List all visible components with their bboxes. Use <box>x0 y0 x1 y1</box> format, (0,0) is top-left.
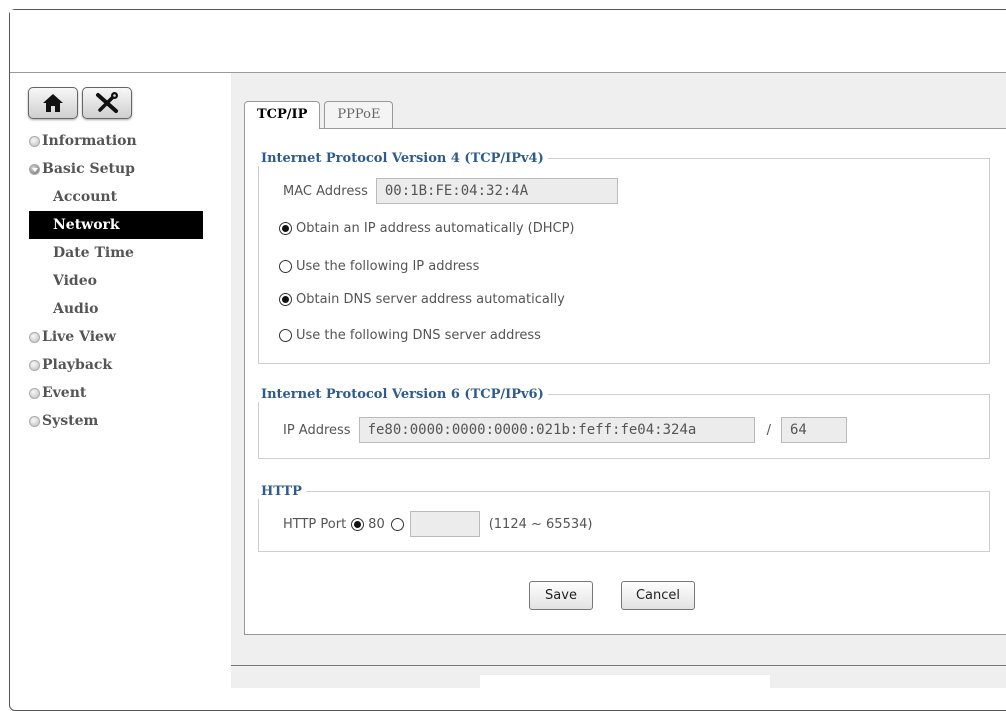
mac-row: MAC Address 00:1B:FE:04:32:4A <box>283 178 618 204</box>
tools-icon <box>96 92 118 113</box>
bullet-icon <box>29 331 40 343</box>
http-legend: HTTP <box>261 484 302 499</box>
menu-item-label: Event <box>42 385 87 401</box>
menu-item-label: Playback <box>42 357 113 373</box>
home-icon <box>43 94 63 112</box>
mac-address-field: 00:1B:FE:04:32:4A <box>375 178 618 204</box>
bullet-icon <box>29 359 40 371</box>
cancel-button[interactable]: Cancel <box>621 581 695 610</box>
ipv6-label: IP Address <box>283 422 351 438</box>
footer-divider <box>231 665 1006 666</box>
sidebar: Information Basic Setup Account Network … <box>10 73 232 688</box>
menu-item-live-view[interactable]: Live View <box>29 323 203 351</box>
static-ip-option[interactable]: Use the following IP address <box>279 259 479 274</box>
bullet-icon <box>29 415 40 427</box>
custom-port-input[interactable] <box>409 511 480 537</box>
home-button[interactable] <box>28 87 78 119</box>
setup-button[interactable] <box>82 87 132 119</box>
menu-item-basic-setup[interactable]: Basic Setup <box>29 155 203 183</box>
submenu-item-network[interactable]: Network <box>29 211 203 239</box>
menu-item-system[interactable]: System <box>29 407 203 435</box>
tab-bar: TCP/IP PPPoE <box>244 101 397 129</box>
dns-static-option[interactable]: Use the following DNS server address <box>279 328 541 343</box>
static-ip-radio[interactable] <box>279 260 292 273</box>
tab-pppoe[interactable]: PPPoE <box>324 101 394 128</box>
menu-item-event[interactable]: Event <box>29 379 203 407</box>
default-port-radio[interactable] <box>351 517 365 531</box>
custom-port-radio[interactable] <box>390 517 404 531</box>
save-button[interactable]: Save <box>529 581 593 610</box>
dns-auto-label: Obtain DNS server address automatically <box>296 292 565 307</box>
submenu-item-audio[interactable]: Audio <box>29 295 203 323</box>
ipv4-legend: Internet Protocol Version 4 (TCP/IPv4) <box>261 151 544 166</box>
menu-item-information[interactable]: Information <box>29 127 203 155</box>
menu-item-label: System <box>42 413 99 429</box>
prefix-separator: / <box>766 422 771 438</box>
ipv6-prefix-field: 64 <box>780 417 847 443</box>
menu-item-playback[interactable]: Playback <box>29 351 203 379</box>
dns-auto-option[interactable]: Obtain DNS server address automatically <box>279 292 565 307</box>
tab-panel: Internet Protocol Version 4 (TCP/IPv4) M… <box>244 128 1006 635</box>
menu-item-label: Information <box>42 133 137 149</box>
dns-static-radio[interactable] <box>279 329 292 342</box>
dhcp-radio[interactable] <box>279 222 292 235</box>
menu-item-label: Live View <box>42 329 116 345</box>
main-content: TCP/IP PPPoE Internet Protocol Version 4… <box>231 73 1006 688</box>
ipv6-row: IP Address fe80:0000:0000:0000:021b:feff… <box>283 417 847 443</box>
submenu-item-video[interactable]: Video <box>29 267 203 295</box>
bullet-icon <box>29 387 40 399</box>
static-ip-label: Use the following IP address <box>296 259 480 274</box>
bullet-icon <box>29 135 40 147</box>
submenu-item-account[interactable]: Account <box>29 183 203 211</box>
footer-area <box>480 675 770 688</box>
ipv6-address-field: fe80:0000:0000:0000:021b:feff:fe04:324a <box>358 417 755 443</box>
port-range-hint: (1124 ~ 65534) <box>488 516 593 532</box>
dhcp-label: Obtain an IP address automatically (DHCP… <box>296 221 575 236</box>
dns-auto-radio[interactable] <box>279 293 292 306</box>
ipv6-legend: Internet Protocol Version 6 (TCP/IPv6) <box>261 387 544 402</box>
default-port-label: 80 <box>368 516 385 532</box>
http-port-row: HTTP Port 80 (1124 ~ 65534) <box>283 511 592 537</box>
sidebar-menu: Information Basic Setup Account Network … <box>29 127 203 435</box>
menu-item-label: Basic Setup <box>42 161 135 177</box>
header-bar <box>10 10 1006 72</box>
mac-label: MAC Address <box>283 183 368 199</box>
dhcp-option[interactable]: Obtain an IP address automatically (DHCP… <box>279 221 574 236</box>
tab-tcpip[interactable]: TCP/IP <box>244 101 321 129</box>
submenu-item-date-time[interactable]: Date Time <box>29 239 203 267</box>
expanded-bullet-icon <box>29 163 40 175</box>
http-port-label: HTTP Port <box>283 516 347 532</box>
sidebar-top-buttons <box>28 87 132 119</box>
dns-static-label: Use the following DNS server address <box>296 328 541 343</box>
